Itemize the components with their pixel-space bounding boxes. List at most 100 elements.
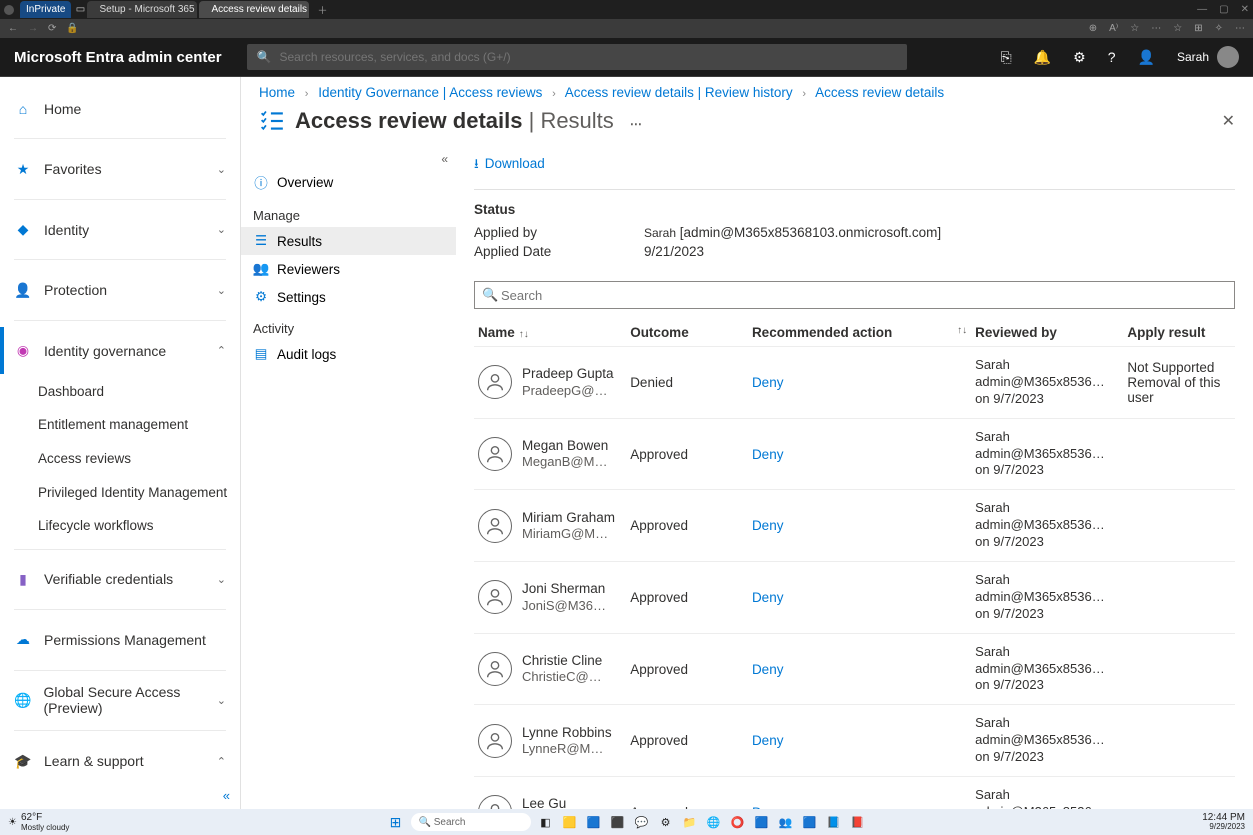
subnav-reviewers[interactable]: 👥 Reviewers [241,255,456,283]
taskbar-search[interactable]: 🔍 Search [411,813,531,831]
nav-permissions-management[interactable]: ☁ Permissions Management [0,616,240,663]
breadcrumb-idg[interactable]: Identity Governance | Access reviews [318,85,542,100]
collapse-subnav-icon[interactable]: « [241,152,456,166]
results-search[interactable]: 🔍 [474,281,1235,309]
row-name: Christie Cline [522,653,610,669]
weather-cond-label: Mostly cloudy [21,823,69,832]
extensions-icon[interactable]: ✧ [1215,23,1223,34]
maximize-icon[interactable]: ▢ [1219,4,1228,15]
table-row[interactable]: Megan BowenMeganB@M36...ApprovedDenySara… [474,418,1235,490]
chrome-icon[interactable]: ⭕ [729,813,747,831]
close-panel-icon[interactable]: ✕ [1222,111,1235,131]
table-row[interactable]: Christie ClineChristieC@M3...ApprovedDen… [474,633,1235,705]
nav-entitlement[interactable]: Entitlement management [0,408,240,442]
deny-link[interactable]: Deny [752,447,784,462]
deny-link[interactable]: Deny [752,733,784,748]
app-icon[interactable]: 🟨 [561,813,579,831]
back-icon[interactable]: ← [8,23,18,34]
breadcrumb-ard[interactable]: Access review details | Review history [565,85,793,100]
nav-identity-label: Identity [44,222,89,238]
subnav-results[interactable]: ☰ Results [241,227,456,255]
more-icon[interactable]: ⋯ [630,117,642,131]
col-apply[interactable]: Apply result [1123,319,1235,347]
taskbar-clock[interactable]: 12:44 PM 9/29/2023 [1202,813,1245,831]
breadcrumb-home[interactable]: Home [259,85,295,100]
app-icon[interactable]: ⚙ [657,813,675,831]
feedback-icon[interactable]: 👤 [1138,49,1155,66]
word-icon[interactable]: 📘 [825,813,843,831]
app-icon[interactable]: 📁 [681,813,699,831]
nav-favorites[interactable]: ★ Favorites ⌄ [0,145,240,192]
teams-icon[interactable]: 👥 [777,813,795,831]
deny-link[interactable]: Deny [752,375,784,390]
read-aloud-icon[interactable]: A⁾ [1109,23,1118,34]
results-search-input[interactable] [474,281,1235,309]
nav-identity-governance[interactable]: ◉ Identity governance ⌃ [0,327,240,374]
subnav-settings[interactable]: ⚙ Settings [241,283,456,311]
new-tab-button[interactable]: ＋ [317,2,327,17]
col-reviewed[interactable]: Reviewed by [971,319,1123,347]
app-icon[interactable]: ⬛ [609,813,627,831]
nav-verifiable-credentials[interactable]: ▮ Verifiable credentials ⌄ [0,556,240,603]
breadcrumb-last[interactable]: Access review details [815,85,944,100]
user-menu[interactable]: Sarah [1177,46,1239,68]
row-email: JoniS@M365x... [522,598,610,614]
table-row[interactable]: Pradeep GuptaPradeepG@M3...DeniedDenySar… [474,347,1235,419]
taskbar-weather[interactable]: ☀ 62°F Mostly cloudy [8,812,69,832]
deny-link[interactable]: Deny [752,662,784,677]
browser-tab-2[interactable]: Access review details - Microsof✕ [199,1,309,18]
menu-icon[interactable]: ⋯ [1235,23,1245,34]
global-search[interactable]: 🔍 [247,44,907,70]
taskview-icon[interactable]: ◧ [537,813,555,831]
cloudshell-icon[interactable]: ⎘ [1001,49,1012,66]
nav-favorites-label: Favorites [44,161,102,177]
subnav-audit-logs[interactable]: ▤ Audit logs [241,340,456,368]
start-icon[interactable]: ⊞ [387,813,405,831]
minimize-icon[interactable]: — [1197,4,1207,15]
brand-label[interactable]: Microsoft Entra admin center [14,49,222,66]
table-row[interactable]: Lynne RobbinsLynneR@M365...ApprovedDenyS… [474,705,1235,777]
addr-icon2[interactable]: ☆ [1173,23,1182,34]
edge-icon[interactable]: 🌐 [705,813,723,831]
col-name[interactable]: Name↑↓ [474,319,626,347]
nav-pim[interactable]: Privileged Identity Management [0,475,240,509]
nav-identity[interactable]: ◆ Identity ⌄ [0,206,240,253]
nav-dashboard[interactable]: Dashboard [0,374,240,408]
deny-link[interactable]: Deny [752,518,784,533]
global-search-input[interactable] [280,50,897,64]
tabview-icon[interactable]: ▭ [73,4,87,15]
app-icon[interactable]: 🟦 [585,813,603,831]
nav-lifecycle[interactable]: Lifecycle workflows [0,509,240,543]
subnav-overview[interactable]: ⓘ Overview [241,166,456,198]
favorite-icon[interactable]: ☆ [1130,23,1139,34]
row-email: MeganB@M36... [522,454,610,470]
notifications-icon[interactable]: 🔔 [1034,49,1051,66]
table-row[interactable]: Miriam GrahamMiriamG@M36...ApprovedDenyS… [474,490,1235,562]
zoom-icon[interactable]: ⊕ [1089,23,1097,34]
nav-access-reviews[interactable]: Access reviews [0,442,240,476]
app-icon[interactable]: 💬 [633,813,651,831]
app-icon[interactable]: 📕 [849,813,867,831]
col-recommended[interactable]: Recommended action↑↓ [748,319,971,347]
refresh-icon[interactable]: ⟳ [48,23,56,34]
browser-tab-1[interactable]: Setup - Microsoft 365 admin cen✕ [87,1,197,18]
nav-home[interactable]: ⌂ Home [0,85,240,132]
table-row[interactable]: Lee GuLeeG@M365x8...ApprovedDenySarahadm… [474,777,1235,809]
addr-icon[interactable]: ⋯ [1151,23,1161,34]
nav-protection[interactable]: 👤 Protection ⌄ [0,266,240,313]
app-icon[interactable]: 🟦 [801,813,819,831]
window-close-icon[interactable]: ✕ [1241,4,1249,15]
col-outcome[interactable]: Outcome [626,319,748,347]
nav-learn-support[interactable]: 🎓 Learn & support ⌃ [0,737,240,785]
app-icon[interactable]: 🟦 [753,813,771,831]
chevron-down-icon: ⌄ [217,694,226,707]
reviewer-email: admin@M365x85368103.... [975,517,1105,534]
help-icon[interactable]: ? [1108,49,1116,65]
download-button[interactable]: ⭳Download [474,156,545,171]
table-row[interactable]: Joni ShermanJoniS@M365x...ApprovedDenySa… [474,562,1235,634]
settings-icon[interactable]: ⚙ [1073,49,1086,66]
collapse-nav-icon[interactable]: « [223,788,230,803]
collections-icon[interactable]: ⊞ [1194,23,1202,34]
nav-global-secure-access[interactable]: 🌐 Global Secure Access (Preview) ⌄ [0,677,240,724]
deny-link[interactable]: Deny [752,590,784,605]
